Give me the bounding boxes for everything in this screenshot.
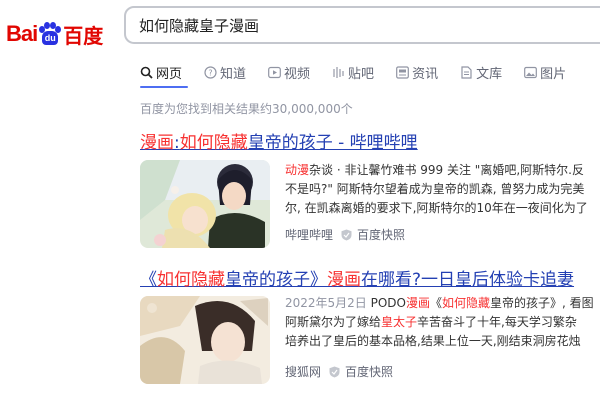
news-icon — [396, 65, 409, 79]
title-seg: 漫画 — [327, 270, 361, 290]
svg-text:?: ? — [208, 68, 212, 77]
search-icon — [140, 66, 153, 79]
snippet-seg: 杂谈 · 非让馨竹难书 999 关注 "离婚吧,阿斯特尔.反 — [309, 163, 584, 177]
baidu-logo[interactable]: Bai du 百度 — [6, 20, 103, 48]
snippet-line: 培养出了皇后的基本品格,结果上位一天,刚结束洞房花烛 — [285, 332, 600, 351]
snippet-seg: 动漫 — [285, 163, 310, 177]
result-thumbnail-2[interactable] — [140, 296, 270, 384]
tab-label: 知道 — [220, 66, 247, 82]
snippet-line: 动漫杂谈 · 非让馨竹难书 999 关注 "离婚吧,阿斯特尔.反 — [285, 161, 600, 180]
tab-label: 图片 — [540, 66, 567, 82]
snippet-seg: 阿斯黛尔为了嫁给 — [285, 315, 382, 329]
active-tab-indicator — [140, 86, 188, 88]
title-seg: 如何隐藏 — [179, 133, 248, 153]
snippet-seg: 漫画 — [406, 296, 431, 310]
tab-label: 资讯 — [412, 66, 439, 82]
result-title-1[interactable]: 漫画:如何隐藏皇帝的孩子 - 哔哩哔哩 — [140, 128, 418, 153]
tab-label: 网页 — [156, 66, 183, 82]
snippet-line: 2022年5月2日 PODO漫画《如何隐藏皇帝的孩子》, 看图 — [285, 294, 600, 313]
paw-icon: du — [38, 22, 62, 46]
tab-label: 视频 — [284, 66, 311, 82]
tab-label: 文库 — [476, 66, 503, 82]
source-name[interactable]: 搜狐网 — [285, 363, 321, 380]
result-count: 百度为您找到相关结果约30,000,000个 — [140, 102, 353, 116]
document-icon — [461, 65, 472, 79]
tab-wenku[interactable]: 文库 — [460, 60, 502, 84]
tab-video[interactable]: 视频 — [268, 60, 310, 84]
tab-tieba[interactable]: 贴吧 — [332, 60, 374, 84]
snippet-seg: 皇帝的孩子》, 看图 — [490, 296, 594, 310]
result-title-2[interactable]: 《如何隐藏皇帝的孩子》漫画在哪看?一日皇后体验卡追妻 — [140, 265, 574, 290]
tab-zhidao[interactable]: ? 知道 — [204, 60, 246, 84]
snippet-line: 不是吗?" 阿斯特尔望着成为皇帝的凯森, 曾努力成为完美 — [285, 180, 600, 199]
result-snippet-1: 动漫杂谈 · 非让馨竹难书 999 关注 "离婚吧,阿斯特尔.反 不是吗?" 阿… — [285, 161, 600, 218]
result-source-1: 哔哩哔哩 百度快照 — [285, 226, 405, 243]
logo-latin-text: Bai — [6, 21, 38, 46]
search-box — [124, 6, 600, 44]
title-seg: 皇帝的孩子 - 哔哩哔哩 — [247, 133, 418, 153]
title-seg: 在哪看?一日皇后体验卡追妻 — [361, 270, 575, 290]
image-icon — [524, 66, 537, 78]
video-icon — [268, 66, 281, 78]
snapshot-link[interactable]: 百度快照 — [345, 363, 393, 380]
title-seg: 漫画 — [140, 133, 174, 153]
snippet-seg: 培养出了皇后的基本品格,结果上位一天,刚结束洞房花烛 — [285, 334, 581, 348]
tieba-icon — [333, 66, 344, 78]
search-tabs: 网页 ? 知道 视频 贴吧 资讯 文库 图片 — [140, 60, 588, 84]
tab-news[interactable]: 资讯 — [396, 60, 438, 84]
source-name[interactable]: 哔哩哔哩 — [285, 226, 333, 243]
tab-images[interactable]: 图片 — [524, 60, 566, 84]
result-source-2: 搜狐网 百度快照 — [285, 363, 393, 380]
shield-icon — [329, 366, 340, 377]
snippet-seg: 《 — [430, 296, 443, 310]
search-input[interactable] — [139, 16, 579, 34]
title-seg: 如何隐藏 — [157, 270, 225, 290]
manga-cover-image — [140, 160, 270, 248]
snippet-date: 2022年5月2日 — [285, 296, 371, 310]
snippet-seg: PODO — [370, 296, 406, 310]
tab-web[interactable]: 网页 — [140, 60, 182, 84]
logo-chinese-text: 百度 — [63, 23, 104, 48]
tab-label: 贴吧 — [348, 66, 375, 82]
title-seg: 《 — [140, 270, 157, 290]
title-seg: 皇帝的孩子》 — [225, 270, 327, 290]
paw-text: du — [42, 31, 59, 45]
result-snippet-2: 2022年5月2日 PODO漫画《如何隐藏皇帝的孩子》, 看图 阿斯黛尔为了嫁给… — [285, 294, 600, 351]
snippet-seg: 辛苦奋斗了十年,每天学习繁杂 — [417, 315, 577, 329]
snippet-seg: 如何隐藏 — [442, 296, 491, 310]
question-icon: ? — [204, 65, 217, 79]
snippet-line: 阿斯黛尔为了嫁给皇太子辛苦奋斗了十年,每天学习繁杂 — [285, 313, 600, 332]
snippet-seg: 尔, 在凯森离婚的要求下,阿斯特尔的10年在一夜间化为了 — [285, 201, 588, 215]
manga-cover-image — [140, 296, 270, 384]
snippet-seg: 不是吗?" 阿斯特尔望着成为皇帝的凯森, 曾努力成为完美 — [285, 182, 585, 196]
snippet-seg: 皇太子 — [381, 315, 418, 329]
snippet-line: 尔, 在凯森离婚的要求下,阿斯特尔的10年在一夜间化为了 — [285, 199, 600, 218]
result-thumbnail-1[interactable] — [140, 160, 270, 248]
shield-icon — [341, 229, 352, 240]
snapshot-link[interactable]: 百度快照 — [357, 226, 405, 243]
